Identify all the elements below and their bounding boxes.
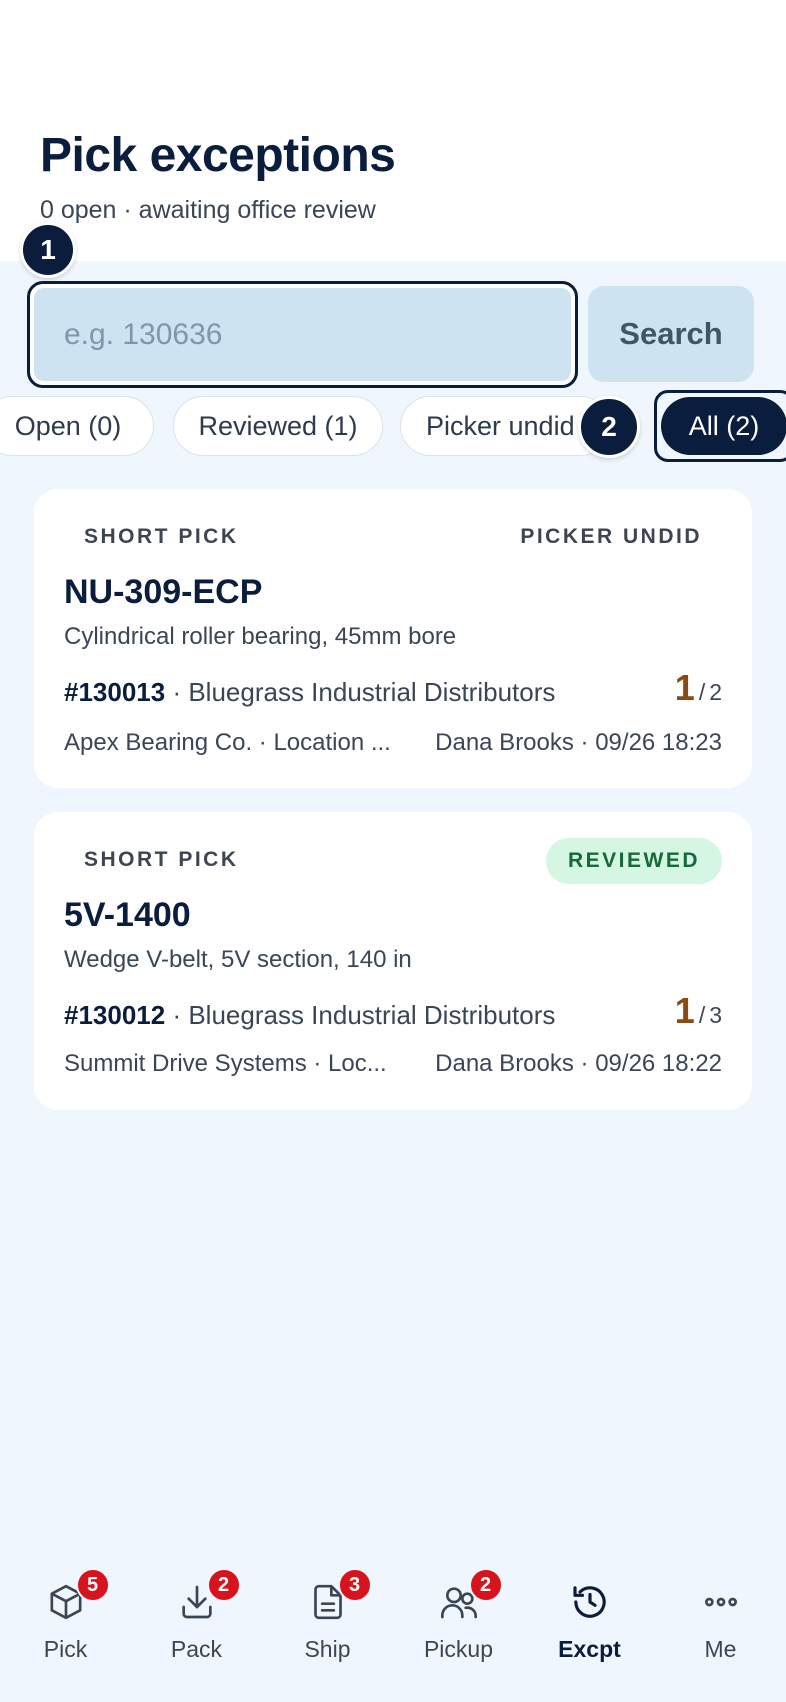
qty-picked: 1 <box>674 667 695 708</box>
search-input[interactable] <box>34 288 571 381</box>
nav-label: Me <box>704 1636 737 1662</box>
nav-badge: 2 <box>468 1568 503 1602</box>
filter-chip-all[interactable]: All (2) <box>661 397 786 455</box>
supplier-location: Apex Bearing Co. · Location ... <box>64 729 391 756</box>
document-icon: 3 <box>308 1568 372 1622</box>
bottom-nav: 5 Pick 2 Pack 3 Ship 2 Pickup Excpt Me <box>0 1540 786 1702</box>
users-icon: 2 <box>439 1568 503 1622</box>
filter-chip-open[interactable]: Open (0) <box>0 396 154 456</box>
filter-chip-reviewed[interactable]: Reviewed (1) <box>173 396 383 456</box>
header: Pick exceptions 0 open · awaiting office… <box>0 0 786 261</box>
history-icon <box>570 1582 610 1622</box>
exception-type: SHORT PICK <box>84 525 239 548</box>
status-label: PICKER UNDID <box>520 525 702 548</box>
box-icon: 5 <box>46 1568 110 1622</box>
exception-card[interactable]: SHORT PICK REVIEWED 5V-1400 Wedge V-belt… <box>34 812 752 1110</box>
page-title: Pick exceptions <box>40 129 396 182</box>
step-badge-1: 1 <box>20 222 76 278</box>
customer-name: Bluegrass Industrial Distributors <box>188 677 556 707</box>
status-badge: REVIEWED <box>545 838 722 884</box>
item-description: Cylindrical roller bearing, 45mm bore <box>64 623 457 650</box>
item-sku: NU-309-ECP <box>64 573 263 611</box>
download-icon: 2 <box>177 1568 241 1622</box>
qty-picked: 1 <box>674 990 695 1031</box>
more-icon <box>701 1582 741 1622</box>
step-badge-2: 2 <box>578 396 640 458</box>
search-button[interactable]: Search <box>588 286 754 382</box>
item-sku: 5V-1400 <box>64 896 191 934</box>
nav-badge: 2 <box>206 1568 241 1602</box>
nav-badge: 5 <box>75 1568 110 1602</box>
order-number: #130012 <box>64 1000 166 1030</box>
nav-item-ship[interactable]: 3 Ship <box>262 1568 393 1686</box>
exception-type: SHORT PICK <box>84 848 239 871</box>
supplier-location: Summit Drive Systems · Loc... <box>64 1050 387 1077</box>
page-subtitle: 0 open · awaiting office review <box>40 196 376 224</box>
quantity: 1 / 2 <box>675 667 722 709</box>
nav-item-pickup[interactable]: 2 Pickup <box>393 1568 524 1686</box>
customer-name: Bluegrass Industrial Distributors <box>188 1000 556 1030</box>
nav-label: Pack <box>170 1636 223 1662</box>
nav-item-excpt[interactable]: Excpt <box>524 1576 655 1686</box>
qty-separator: / <box>698 679 706 705</box>
nav-badge: 3 <box>337 1568 372 1602</box>
nav-label: Ship <box>304 1636 351 1662</box>
order-separator: · <box>165 677 189 707</box>
order-line: #130012 · Bluegrass Industrial Distribut… <box>64 1000 555 1031</box>
picker-timestamp: Dana Brooks · 09/26 18:22 <box>435 1050 722 1077</box>
qty-total: 2 <box>709 679 722 705</box>
nav-item-pack[interactable]: 2 Pack <box>131 1568 262 1686</box>
nav-item-pick[interactable]: 5 Pick <box>0 1568 131 1686</box>
order-line: #130013 · Bluegrass Industrial Distribut… <box>64 677 555 708</box>
item-description: Wedge V-belt, 5V section, 140 in <box>64 946 412 973</box>
nav-item-me[interactable]: Me <box>655 1576 786 1686</box>
quantity: 1 / 3 <box>675 990 722 1032</box>
picker-timestamp: Dana Brooks · 09/26 18:23 <box>435 729 722 756</box>
nav-label: Pick <box>43 1636 88 1662</box>
nav-label: Pickup <box>423 1636 494 1662</box>
exception-card[interactable]: SHORT PICK PICKER UNDID NU-309-ECP Cylin… <box>34 489 752 788</box>
order-number: #130013 <box>64 677 166 707</box>
search-field-focus-ring <box>27 281 578 388</box>
nav-label: Excpt <box>558 1636 621 1662</box>
qty-separator: / <box>698 1002 706 1028</box>
order-separator: · <box>165 1000 189 1030</box>
qty-total: 3 <box>709 1002 722 1028</box>
filter-chip-focus-ring: All (2) <box>654 390 786 462</box>
